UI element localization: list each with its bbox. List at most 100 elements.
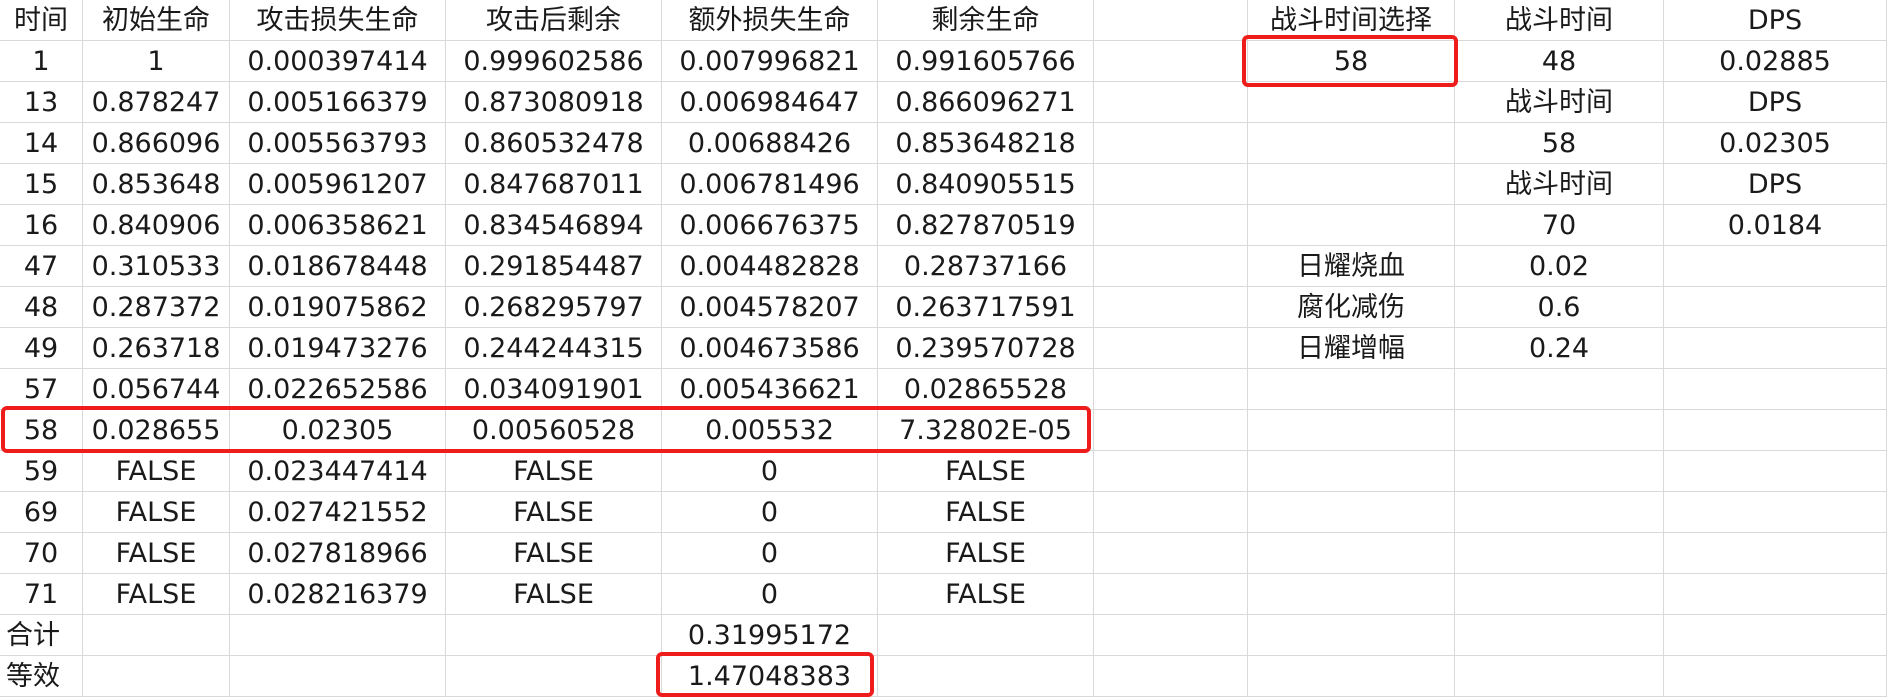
cell-remaining-hp[interactable]: 0.853648218 xyxy=(878,123,1094,164)
cell-initial-hp[interactable]: 1 xyxy=(83,41,230,82)
cell-attack-lost-hp[interactable]: 0.005166379 xyxy=(230,82,446,123)
battle-time-label[interactable]: 战斗时间 xyxy=(1455,164,1664,205)
cell-after-attack-remaining[interactable]: 0.873080918 xyxy=(446,82,662,123)
cell-attack-lost-hp[interactable]: 0.000397414 xyxy=(230,41,446,82)
grid-cell[interactable] xyxy=(1248,82,1455,123)
total-value[interactable]: 0.31995172 xyxy=(662,615,878,656)
grid-cell[interactable] xyxy=(1094,246,1248,287)
cell-extra-lost-hp[interactable]: 0 xyxy=(662,492,878,533)
grid-cell[interactable] xyxy=(1664,533,1887,574)
cell-initial-hp[interactable]: 0.056744 xyxy=(83,369,230,410)
cell-after-attack-remaining[interactable]: 0.268295797 xyxy=(446,287,662,328)
grid-cell[interactable] xyxy=(1664,410,1887,451)
param-name[interactable]: 日耀增幅 xyxy=(1248,328,1455,369)
cell-time[interactable]: 71 xyxy=(0,574,83,615)
cell-attack-lost-hp[interactable]: 0.018678448 xyxy=(230,246,446,287)
grid-cell[interactable] xyxy=(83,615,230,656)
grid-cell[interactable] xyxy=(83,656,230,697)
grid-cell[interactable] xyxy=(1455,492,1664,533)
cell-time[interactable]: 49 xyxy=(0,328,83,369)
cell-time[interactable]: 57 xyxy=(0,369,83,410)
grid-cell[interactable] xyxy=(1455,574,1664,615)
cell-time[interactable]: 1 xyxy=(0,41,83,82)
grid-cell[interactable] xyxy=(1094,656,1248,697)
cell-extra-lost-hp[interactable]: 0 xyxy=(662,533,878,574)
cell-extra-lost-hp[interactable]: 0.00688426 xyxy=(662,123,878,164)
cell-attack-lost-hp[interactable]: 0.006358621 xyxy=(230,205,446,246)
grid-cell[interactable] xyxy=(1248,533,1455,574)
cell-time[interactable]: 58 xyxy=(0,410,83,451)
cell-initial-hp[interactable]: 0.878247 xyxy=(83,82,230,123)
cell-attack-lost-hp[interactable]: 0.019473276 xyxy=(230,328,446,369)
grid-cell[interactable] xyxy=(1248,574,1455,615)
cell-after-attack-remaining[interactable]: 0.999602586 xyxy=(446,41,662,82)
cell-remaining-hp[interactable]: 0.263717591 xyxy=(878,287,1094,328)
cell-remaining-hp[interactable]: 0.28737166 xyxy=(878,246,1094,287)
battle-time-value[interactable]: 58 xyxy=(1455,123,1664,164)
cell-time[interactable]: 48 xyxy=(0,287,83,328)
grid-cell[interactable] xyxy=(1664,615,1887,656)
header-initial-hp[interactable]: 初始生命 xyxy=(83,0,230,41)
grid-cell[interactable] xyxy=(1094,328,1248,369)
grid-cell[interactable] xyxy=(878,656,1094,697)
cell-remaining-hp[interactable]: FALSE xyxy=(878,492,1094,533)
cell-extra-lost-hp[interactable]: 0.007996821 xyxy=(662,41,878,82)
cell-extra-lost-hp[interactable]: 0 xyxy=(662,574,878,615)
cell-attack-lost-hp[interactable]: 0.027421552 xyxy=(230,492,446,533)
header-attack-lost-hp[interactable]: 攻击损失生命 xyxy=(230,0,446,41)
grid-cell[interactable] xyxy=(446,615,662,656)
grid-cell[interactable] xyxy=(1094,533,1248,574)
cell-initial-hp[interactable]: FALSE xyxy=(83,533,230,574)
cell-remaining-hp[interactable]: 0.02865528 xyxy=(878,369,1094,410)
cell-time[interactable]: 69 xyxy=(0,492,83,533)
grid-cell[interactable] xyxy=(1664,287,1887,328)
cell-remaining-hp[interactable]: 0.827870519 xyxy=(878,205,1094,246)
grid-cell[interactable] xyxy=(1455,615,1664,656)
grid-cell[interactable] xyxy=(1248,492,1455,533)
cell-attack-lost-hp[interactable]: 0.019075862 xyxy=(230,287,446,328)
grid-cell[interactable] xyxy=(1248,451,1455,492)
cell-remaining-hp[interactable]: FALSE xyxy=(878,533,1094,574)
cell-after-attack-remaining[interactable]: FALSE xyxy=(446,492,662,533)
header-remaining-hp[interactable]: 剩余生命 xyxy=(878,0,1094,41)
grid-cell[interactable] xyxy=(1094,369,1248,410)
cell-time[interactable]: 59 xyxy=(0,451,83,492)
grid-cell[interactable] xyxy=(1094,574,1248,615)
cell-remaining-hp[interactable]: 7.32802E-05 xyxy=(878,410,1094,451)
cell-remaining-hp[interactable]: 0.840905515 xyxy=(878,164,1094,205)
dps-value[interactable]: 0.02305 xyxy=(1664,123,1887,164)
grid-cell[interactable] xyxy=(1248,205,1455,246)
cell-attack-lost-hp[interactable]: 0.005563793 xyxy=(230,123,446,164)
grid-cell[interactable] xyxy=(878,615,1094,656)
cell-time[interactable]: 70 xyxy=(0,533,83,574)
total-label[interactable]: 合计 xyxy=(0,615,83,656)
grid-cell[interactable] xyxy=(1094,123,1248,164)
cell-after-attack-remaining[interactable]: 0.860532478 xyxy=(446,123,662,164)
cell-extra-lost-hp[interactable]: 0.006984647 xyxy=(662,82,878,123)
grid-cell[interactable] xyxy=(1094,410,1248,451)
cell-after-attack-remaining[interactable]: 0.834546894 xyxy=(446,205,662,246)
cell-remaining-hp[interactable]: FALSE xyxy=(878,574,1094,615)
grid-cell[interactable] xyxy=(1455,533,1664,574)
cell-time[interactable]: 14 xyxy=(0,123,83,164)
cell-initial-hp[interactable]: 0.310533 xyxy=(83,246,230,287)
grid-cell[interactable] xyxy=(1094,287,1248,328)
cell-initial-hp[interactable]: 0.028655 xyxy=(83,410,230,451)
cell-remaining-hp[interactable]: 0.991605766 xyxy=(878,41,1094,82)
grid-cell[interactable] xyxy=(1664,656,1887,697)
grid-cell[interactable] xyxy=(1248,123,1455,164)
param-name[interactable]: 日耀烧血 xyxy=(1248,246,1455,287)
grid-cell[interactable] xyxy=(1248,410,1455,451)
equiv-value[interactable]: 1.47048383 xyxy=(662,656,878,697)
cell-time[interactable]: 13 xyxy=(0,82,83,123)
dps-label[interactable]: DPS xyxy=(1664,164,1887,205)
grid-cell[interactable] xyxy=(1664,492,1887,533)
param-value[interactable]: 0.02 xyxy=(1455,246,1664,287)
cell-remaining-hp[interactable]: FALSE xyxy=(878,451,1094,492)
cell-extra-lost-hp[interactable]: 0.004673586 xyxy=(662,328,878,369)
grid-cell[interactable] xyxy=(1094,492,1248,533)
cell-after-attack-remaining[interactable]: 0.00560528 xyxy=(446,410,662,451)
cell-extra-lost-hp[interactable]: 0.006676375 xyxy=(662,205,878,246)
grid-cell[interactable] xyxy=(1248,656,1455,697)
cell-initial-hp[interactable]: FALSE xyxy=(83,492,230,533)
